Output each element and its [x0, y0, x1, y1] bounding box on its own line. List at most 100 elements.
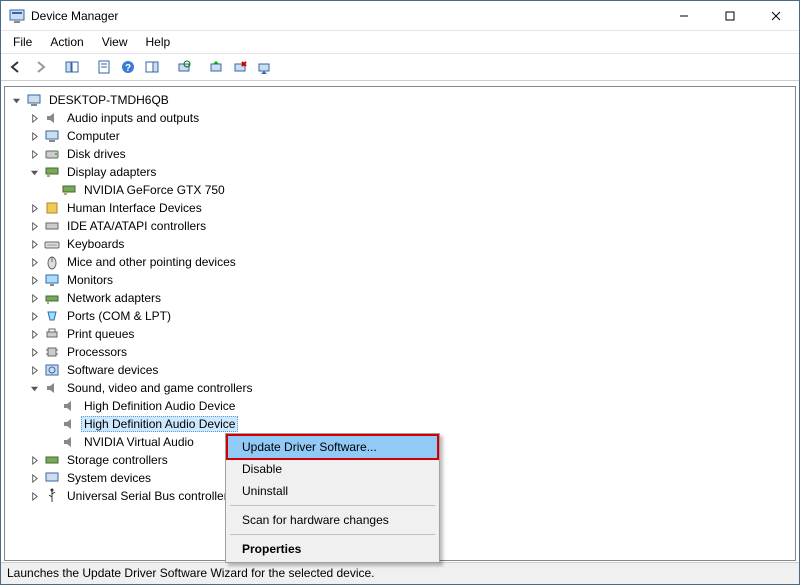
- computer-icon: [26, 92, 42, 108]
- uninstall-button[interactable]: [229, 56, 251, 78]
- hid-icon: [44, 200, 60, 216]
- tree-category[interactable]: Mice and other pointing devices: [9, 253, 795, 271]
- expand-icon[interactable]: [27, 456, 42, 465]
- tree-device[interactable]: NVIDIA GeForce GTX 750: [9, 181, 795, 199]
- tree-category[interactable]: Print queues: [9, 325, 795, 343]
- expand-icon[interactable]: [27, 240, 42, 249]
- ctx-scan-hardware[interactable]: Scan for hardware changes: [228, 509, 437, 531]
- help-button[interactable]: ?: [117, 56, 139, 78]
- window-title: Device Manager: [31, 9, 661, 23]
- tree-label: NVIDIA GeForce GTX 750: [81, 182, 228, 198]
- expand-icon[interactable]: [27, 312, 42, 321]
- expand-icon[interactable]: [27, 294, 42, 303]
- close-button[interactable]: [753, 1, 799, 31]
- expand-icon[interactable]: [27, 114, 42, 123]
- forward-button[interactable]: [29, 56, 51, 78]
- tree-label: Sound, video and game controllers: [64, 380, 255, 396]
- tree-category[interactable]: Software devices: [9, 361, 795, 379]
- tree-label: Network adapters: [64, 290, 164, 306]
- tree-category[interactable]: Ports (COM & LPT): [9, 307, 795, 325]
- system-device-icon: [44, 470, 60, 486]
- expand-icon[interactable]: [27, 330, 42, 339]
- mouse-icon: [44, 254, 60, 270]
- ide-icon: [44, 218, 60, 234]
- menu-file[interactable]: File: [5, 33, 40, 51]
- tree-label: IDE ATA/ATAPI controllers: [64, 218, 209, 234]
- maximize-button[interactable]: [707, 1, 753, 31]
- tree-category[interactable]: Network adapters: [9, 289, 795, 307]
- separator: [230, 505, 435, 506]
- tree-root[interactable]: DESKTOP-TMDH6QB: [9, 91, 795, 109]
- display-adapter-icon: [61, 182, 77, 198]
- tree-category[interactable]: Display adapters: [9, 163, 795, 181]
- ctx-properties[interactable]: Properties: [228, 538, 437, 560]
- collapse-icon[interactable]: [27, 384, 42, 393]
- update-driver-button[interactable]: [205, 56, 227, 78]
- tree-label: Print queues: [64, 326, 137, 342]
- expand-icon[interactable]: [27, 222, 42, 231]
- tree-label: System devices: [64, 470, 154, 486]
- menu-view[interactable]: View: [94, 33, 136, 51]
- tree-category[interactable]: Keyboards: [9, 235, 795, 253]
- collapse-icon[interactable]: [27, 168, 42, 177]
- port-icon: [44, 308, 60, 324]
- status-text: Launches the Update Driver Software Wiza…: [7, 566, 375, 580]
- tree-category[interactable]: IDE ATA/ATAPI controllers: [9, 217, 795, 235]
- title-bar: Device Manager: [1, 1, 799, 31]
- menu-help[interactable]: Help: [138, 33, 179, 51]
- properties-button[interactable]: [93, 56, 115, 78]
- tree-category[interactable]: Disk drives: [9, 145, 795, 163]
- expand-icon[interactable]: [27, 132, 42, 141]
- ctx-uninstall[interactable]: Uninstall: [228, 480, 437, 502]
- menu-action[interactable]: Action: [42, 33, 91, 51]
- tree-category[interactable]: Human Interface Devices: [9, 199, 795, 217]
- tree-label: High Definition Audio Device: [81, 416, 238, 432]
- display-adapter-icon: [44, 164, 60, 180]
- status-bar: Launches the Update Driver Software Wiza…: [1, 562, 799, 584]
- show-hide-console-tree-button[interactable]: [61, 56, 83, 78]
- tree-device-selected[interactable]: High Definition Audio Device: [9, 415, 795, 433]
- expand-icon[interactable]: [27, 276, 42, 285]
- tree-label: Display adapters: [64, 164, 159, 180]
- tree-label: Universal Serial Bus controllers: [64, 488, 237, 504]
- disk-icon: [44, 146, 60, 162]
- tree-category[interactable]: Processors: [9, 343, 795, 361]
- tree-label: NVIDIA Virtual Audio: [81, 434, 197, 450]
- expand-icon[interactable]: [27, 258, 42, 267]
- separator: [230, 534, 435, 535]
- disable-button[interactable]: [253, 56, 275, 78]
- tree-category[interactable]: Sound, video and game controllers: [9, 379, 795, 397]
- expand-icon[interactable]: [27, 492, 42, 501]
- context-menu: Update Driver Software... Disable Uninst…: [225, 433, 440, 563]
- action-pane-button[interactable]: [141, 56, 163, 78]
- ctx-update-driver[interactable]: Update Driver Software...: [228, 436, 437, 458]
- tree-category[interactable]: Monitors: [9, 271, 795, 289]
- minimize-button[interactable]: [661, 1, 707, 31]
- speaker-icon: [61, 398, 77, 414]
- tree-label: Mice and other pointing devices: [64, 254, 239, 270]
- tree-category[interactable]: Audio inputs and outputs: [9, 109, 795, 127]
- tree-label: Audio inputs and outputs: [64, 110, 202, 126]
- expand-icon[interactable]: [27, 474, 42, 483]
- keyboard-icon: [44, 236, 60, 252]
- expand-icon[interactable]: [27, 348, 42, 357]
- expand-icon[interactable]: [27, 366, 42, 375]
- tree-label: Monitors: [64, 272, 116, 288]
- expand-icon[interactable]: [27, 204, 42, 213]
- app-icon: [9, 8, 25, 24]
- expand-icon[interactable]: [27, 150, 42, 159]
- back-button[interactable]: [5, 56, 27, 78]
- collapse-icon[interactable]: [9, 96, 24, 105]
- ctx-disable[interactable]: Disable: [228, 458, 437, 480]
- tree-label: High Definition Audio Device: [81, 398, 238, 414]
- speaker-icon: [61, 434, 77, 450]
- tree-category[interactable]: Computer: [9, 127, 795, 145]
- software-device-icon: [44, 362, 60, 378]
- scan-hardware-button[interactable]: [173, 56, 195, 78]
- tree-label: Disk drives: [64, 146, 129, 162]
- processor-icon: [44, 344, 60, 360]
- monitor-icon: [44, 272, 60, 288]
- storage-icon: [44, 452, 60, 468]
- tree-device[interactable]: High Definition Audio Device: [9, 397, 795, 415]
- tree-label: Storage controllers: [64, 452, 171, 468]
